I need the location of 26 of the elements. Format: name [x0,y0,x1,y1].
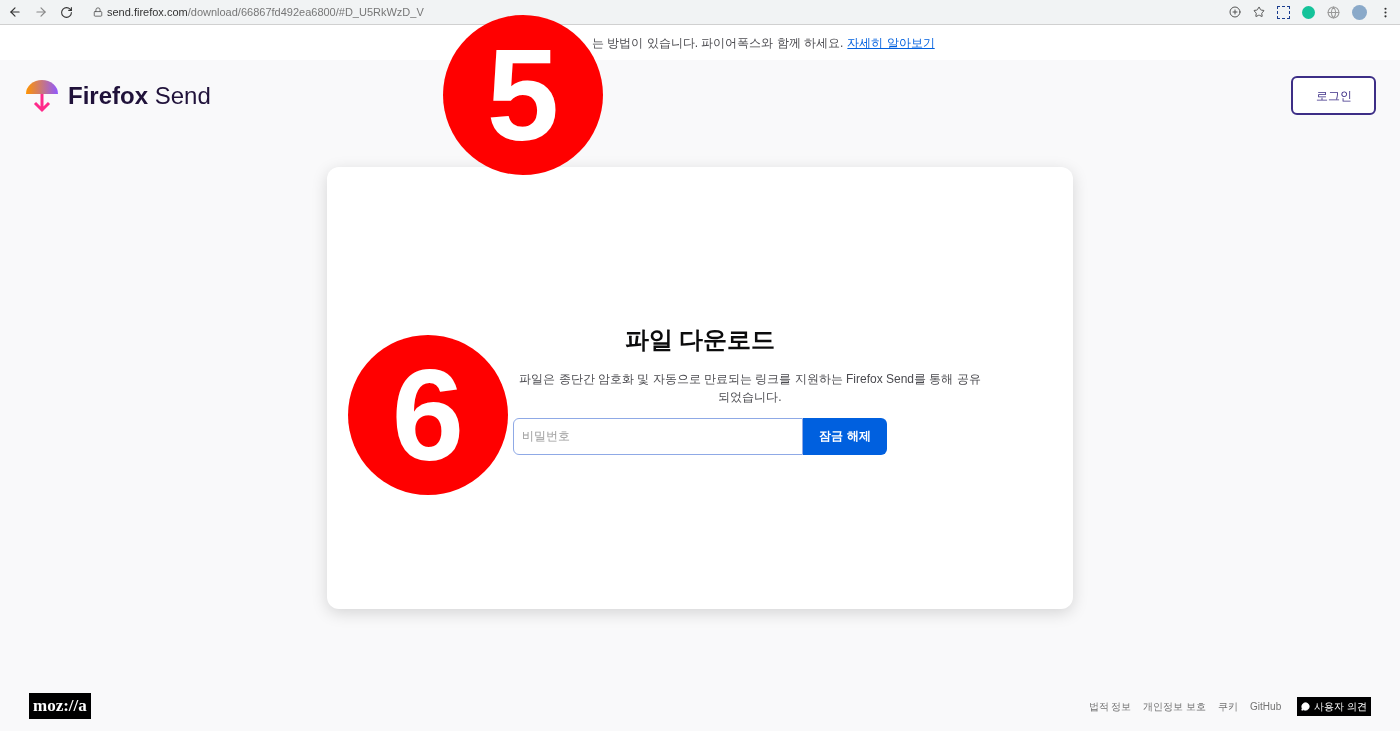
footer-link[interactable]: 쿠키 [1218,698,1239,714]
banner-text: 는 방법이 있습니다. 파이어폭스와 함께 하세요. [592,34,844,52]
mozilla-logo: moz://a [29,693,91,719]
back-icon[interactable] [8,5,22,19]
globe-icon[interactable] [1327,5,1340,19]
star-icon[interactable] [1253,6,1265,18]
forward-icon[interactable] [34,5,48,19]
chat-icon [1301,701,1311,711]
logo-text: Firefox Send [68,80,211,111]
login-button[interactable]: 로그인 [1291,76,1376,115]
avatar-icon[interactable] [1352,4,1367,20]
card-description: 파일은 종단간 암호화 및 자동으로 만료되는 링크를 지원하는 Firefox Send를 통해 공유되었습니다. [518,370,982,406]
card-title: 파일 다운로드 [624,324,776,355]
footer-link[interactable]: 법적 정보 [1088,698,1132,714]
footer-link[interactable]: 개인정보 보호 [1143,698,1207,714]
add-icon[interactable] [1229,6,1241,18]
password-field[interactable]: 비밀번호 [513,417,803,455]
extension-icon[interactable] [1277,5,1290,19]
lock-icon [93,7,103,17]
unlock-button[interactable]: 잠금 해제 [803,417,887,455]
learn-more-link[interactable]: 자세히 알아보기 [847,33,935,52]
url-text: send.firefox.com/download/66867fd492ea6800/#D_U5RkWzD_V [107,4,424,20]
feedback-button[interactable]: 사용자 의견 [1297,696,1371,716]
footer-link[interactable]: GitHub [1250,698,1282,714]
logo-icon [24,77,60,114]
reload-icon[interactable] [60,5,73,19]
